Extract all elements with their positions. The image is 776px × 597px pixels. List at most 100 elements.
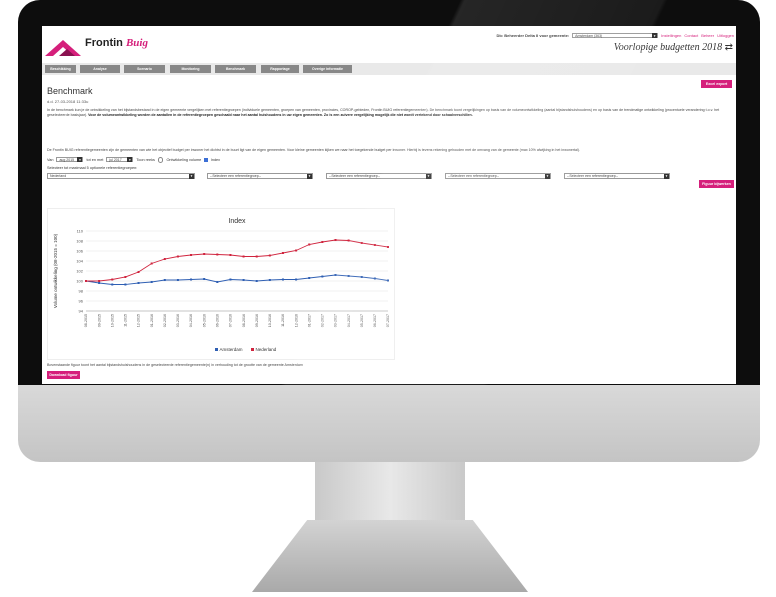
- intro-text: In de benchmark kun je de ontwikkeling v…: [47, 108, 733, 118]
- tab-analyse[interactable]: Analyse: [80, 65, 120, 73]
- data-point-amsterdam: [295, 278, 298, 281]
- data-point-amsterdam: [255, 280, 258, 282]
- data-point-amsterdam: [190, 278, 193, 281]
- chart-container: Index Volume ontwikkeling (08-2015 = 100)…: [47, 208, 395, 360]
- data-point-amsterdam: [373, 277, 376, 280]
- reference-select-5[interactable]: --Selecteer een referentiegroep-- ▼: [564, 173, 670, 179]
- reference-select-value: Nederland: [50, 174, 67, 178]
- data-point-nederland: [124, 276, 127, 278]
- reference-select-1[interactable]: Nederland ▼: [47, 173, 195, 179]
- tab-scenario[interactable]: Scenario: [124, 65, 165, 73]
- option-volume-label: Ontwikkeling volume: [166, 157, 202, 162]
- chevron-down-icon: ▼: [127, 157, 133, 163]
- intro-bold: Voor de volumeontwikkeling worden de aan…: [88, 113, 473, 117]
- page-subtitle: Voorlopige budgetten 2018: [613, 42, 723, 53]
- tab-monitoring[interactable]: Monitoring: [170, 65, 211, 73]
- from-value: aug 2015: [59, 157, 75, 162]
- show-label: Toon reeks: [136, 157, 155, 162]
- x-tick-label: 04-2017: [347, 314, 351, 327]
- x-tick-label: 03-2016: [176, 314, 180, 327]
- option-index-label: Index: [210, 157, 221, 162]
- y-tick-label: 106: [76, 249, 83, 254]
- link-admin[interactable]: Beheer: [701, 33, 714, 38]
- to-select[interactable]: jul 2017 ▼: [106, 157, 134, 163]
- checkbox-index[interactable]: [204, 158, 208, 162]
- radio-volume[interactable]: [157, 157, 164, 163]
- screen: Frontin Buig Db: Beheerder Delta II voor…: [42, 26, 736, 384]
- data-point-nederland: [255, 255, 258, 258]
- y-axis-label: Volume ontwikkeling (08-2015 = 100): [53, 233, 58, 308]
- update-figure-button[interactable]: Figuur bijwerken: [699, 180, 734, 188]
- tab-benchmark[interactable]: Benchmark: [215, 65, 256, 73]
- index-chart: Index Volume ontwikkeling (08-2015 = 100)…: [53, 218, 390, 352]
- tab-bar: Beschikking Analyse Scenario Monitoring …: [42, 63, 736, 75]
- data-point-nederland: [321, 241, 324, 243]
- x-tick-label: 07-2017: [386, 314, 390, 327]
- data-point-amsterdam: [216, 281, 219, 283]
- data-point-amsterdam: [150, 281, 153, 283]
- data-point-nederland: [216, 253, 219, 256]
- x-tick-label: 06-2017: [373, 314, 377, 327]
- monitor-stand: [252, 520, 528, 592]
- x-tick-label: 02-2017: [321, 314, 325, 327]
- data-point-amsterdam: [347, 275, 350, 277]
- legend-swatch-nederland: [251, 348, 254, 351]
- municipality-select[interactable]: Amsterdam (363) ▼: [572, 33, 659, 38]
- x-tick-label: 04-2016: [189, 314, 193, 327]
- data-point-nederland: [373, 244, 376, 246]
- reference-select-value: --Selecteer een referentiegroep--: [448, 174, 499, 178]
- x-tick-label: 11-2016: [281, 314, 285, 327]
- data-point-nederland: [98, 280, 101, 282]
- reference-select-2[interactable]: --Selecteer een referentiegroep-- ▼: [207, 173, 313, 179]
- data-point-nederland: [281, 252, 284, 254]
- reference-label: Selecteer tot maximaal 5 optionele refer…: [47, 166, 138, 170]
- x-tick-label: 06-2016: [216, 314, 220, 327]
- data-point-amsterdam: [203, 278, 206, 280]
- x-tick-label: 10-2016: [268, 314, 272, 327]
- data-point-amsterdam: [124, 283, 127, 286]
- x-tick-label: 03-2017: [334, 314, 338, 327]
- reference-select-value: --Selecteer een referentiegroep--: [210, 174, 261, 178]
- y-tick-label: 104: [76, 259, 83, 264]
- x-tick-label: 02-2016: [163, 314, 167, 327]
- frontin-logo: [45, 40, 81, 56]
- link-logout[interactable]: Uitloggen: [717, 33, 734, 38]
- series-line-nederland: [86, 239, 389, 282]
- reference-select-3[interactable]: --Selecteer een referentiegroep-- ▼: [326, 173, 432, 179]
- x-tick-label: 09-2016: [255, 314, 259, 327]
- chevron-down-icon: ▼: [189, 173, 194, 179]
- reference-select-4[interactable]: --Selecteer een referentiegroep-- ▼: [445, 173, 551, 179]
- excel-export-button[interactable]: Excel export: [701, 80, 732, 88]
- download-figure-button[interactable]: Download figuur: [47, 371, 80, 379]
- data-point-nederland: [229, 254, 232, 256]
- link-contact[interactable]: Contact: [684, 33, 698, 38]
- from-select[interactable]: aug 2015 ▼: [56, 157, 84, 163]
- top-bar: Db: Beheerder Delta II voor gemeente: Am…: [496, 33, 734, 38]
- x-tick-label: 07-2016: [229, 314, 233, 327]
- data-point-amsterdam: [111, 283, 114, 286]
- data-point-nederland: [111, 278, 114, 281]
- y-tick-label: 102: [76, 269, 83, 274]
- data-point-nederland: [85, 280, 87, 282]
- data-point-nederland: [203, 253, 206, 255]
- y-tick-label: 94: [79, 309, 84, 314]
- data-point-nederland: [176, 255, 179, 258]
- tab-beschikking[interactable]: Beschikking: [45, 65, 76, 73]
- data-point-amsterdam: [229, 278, 232, 281]
- monitor-chin: [18, 385, 760, 462]
- data-point-amsterdam: [321, 275, 324, 278]
- data-point-nederland: [268, 254, 271, 257]
- link-settings[interactable]: Instellingen: [661, 33, 681, 38]
- tab-overige-informatie[interactable]: Overige informatie: [303, 65, 352, 73]
- period-row: Van aug 2015 ▼ tot en met jul 2017 ▼ Too…: [47, 157, 220, 163]
- chevron-down-icon: ▼: [77, 157, 83, 163]
- tab-rapportage[interactable]: Rapportage: [261, 65, 299, 73]
- x-tick-label: 11-2015: [124, 314, 128, 327]
- data-point-amsterdam: [163, 279, 166, 281]
- chevron-down-icon: ▼: [545, 173, 550, 179]
- data-point-amsterdam: [387, 279, 389, 282]
- chevron-down-icon: ▼: [664, 173, 669, 179]
- data-point-amsterdam: [360, 276, 363, 278]
- report-date: d.d. 27-03-2018 11:33u: [47, 99, 89, 104]
- swap-icon[interactable]: ⇄: [725, 42, 733, 53]
